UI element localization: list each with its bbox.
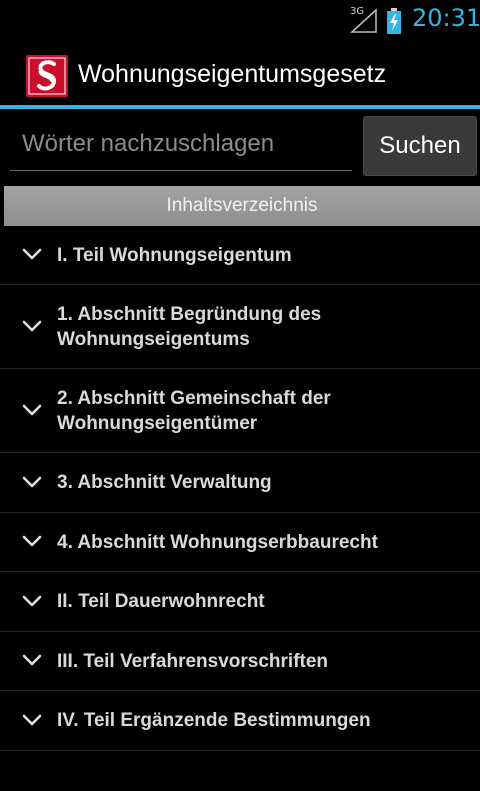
toc-item-label-line: Wohnungseigentums (57, 328, 250, 350)
chevron-down-icon[interactable] (22, 654, 42, 666)
toc-item-label-line: III. Teil Verfahrensvorschriften (57, 650, 329, 672)
chevron-down-icon[interactable] (22, 535, 42, 547)
chevron-down-icon[interactable] (22, 714, 42, 726)
toc-item-label-line: IV. Teil Ergänzende Bestimmungen (57, 710, 371, 731)
toc-item-label-line: 4. Abschnitt Wohnungserbbaurecht (57, 531, 378, 553)
toc-item[interactable]: 3. Abschnitt Verwaltung (0, 453, 480, 513)
toc-item[interactable]: 1. Abschnitt Begründung des Wohnungseigen… (0, 285, 480, 369)
toc-item-label: III. Teil Verfahrensvorschriften (57, 649, 328, 674)
toc-list: I. Teil Wohnungseigentum 1. Abschnitt Beg… (0, 226, 480, 751)
toc-item-label-line: I. Teil Wohnungseigentum (57, 244, 292, 266)
toc-item[interactable]: I. Teil Wohnungseigentum (0, 226, 480, 285)
toc-item-label: 3. Abschnitt Verwaltung (57, 470, 272, 495)
battery-charging-icon (387, 8, 401, 34)
toc-item[interactable]: 2. Abschnitt Gemeinschaft der Wohnungseig… (0, 369, 480, 453)
search-row: Suchen (0, 109, 480, 185)
toc-item-label: IV. Teil Ergänzende Bestimmungen (57, 708, 371, 733)
chevron-down-icon[interactable] (22, 320, 42, 332)
status-bar: 3G 20:31 (0, 0, 480, 40)
toc-item-label-line: Wohnungseigentümer (57, 412, 258, 434)
toc-item-label-line: II. Teil Dauerwohnrecht (57, 591, 265, 612)
toc-item-label: 4. Abschnitt Wohnungserbbaurecht (57, 530, 378, 555)
search-button[interactable]: Suchen (363, 116, 477, 176)
toc-item[interactable]: IV. Teil Ergänzende Bestimmungen (0, 691, 480, 751)
paragraph-section-icon[interactable] (26, 55, 68, 97)
toc-item[interactable]: II. Teil Dauerwohnrecht (0, 572, 480, 632)
chevron-down-icon[interactable] (22, 476, 42, 488)
toc-header: Inhaltsverzeichnis (4, 186, 480, 226)
action-bar: Wohnungseigentumsgesetz (0, 40, 480, 106)
toc-item-label: I. Teil Wohnungseigentum (57, 243, 292, 268)
toc-item-label-line: 2. Abschnitt Gemeinschaft der (57, 387, 331, 409)
toc-item-label: 2. Abschnitt Gemeinschaft der Wohnungseig… (57, 386, 331, 436)
clock: 20:31 (412, 4, 480, 32)
chevron-down-icon[interactable] (22, 404, 42, 416)
toc-item[interactable]: 4. Abschnitt Wohnungserbbaurecht (0, 513, 480, 572)
toc-item[interactable]: III. Teil Verfahrensvorschriften (0, 632, 480, 691)
chevron-down-icon[interactable] (22, 595, 42, 607)
toc-item-label: II. Teil Dauerwohnrecht (57, 589, 265, 614)
toc-item-label-line: 1. Abschnitt Begründung des (57, 303, 322, 325)
toc-item-label-line: 3. Abschnitt Verwaltung (57, 472, 272, 493)
signal-icon (350, 8, 377, 33)
chevron-down-icon[interactable] (22, 248, 42, 260)
search-input[interactable] (10, 117, 352, 171)
toc-item-label: 1. Abschnitt Begründung des Wohnungseigen… (57, 302, 321, 352)
app-title: Wohnungseigentumsgesetz (78, 60, 387, 88)
